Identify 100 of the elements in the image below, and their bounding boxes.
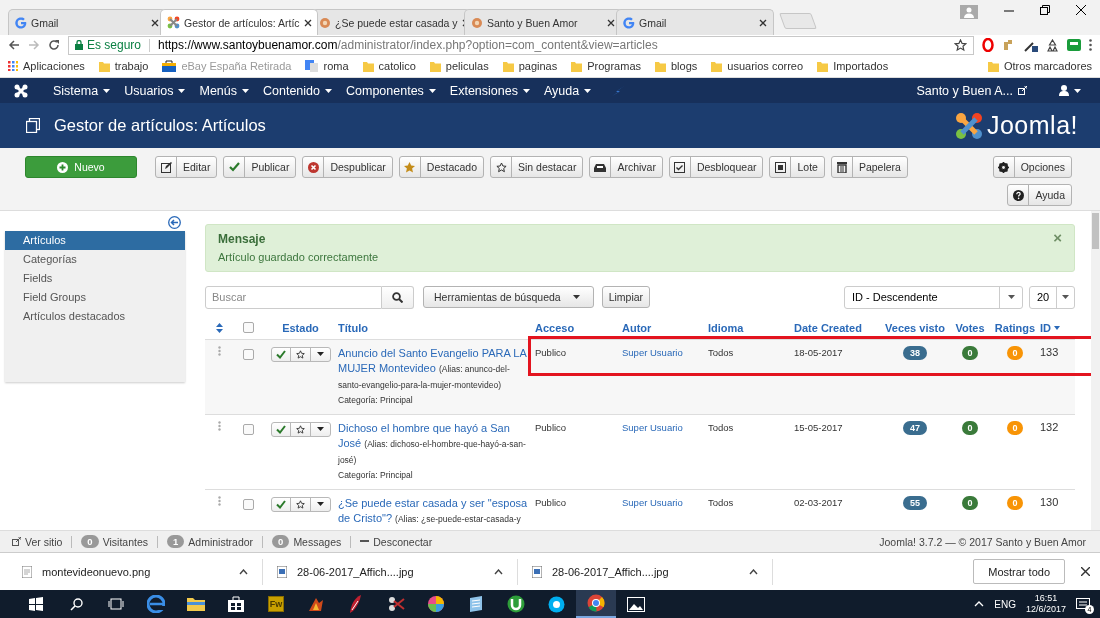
menu-item[interactable]: Sistema [46, 83, 118, 98]
toolbar-button[interactable]: Despublicar [302, 156, 393, 178]
bookmark[interactable]: Otros marcadores [987, 60, 1092, 72]
options-button[interactable]: Opciones [992, 156, 1072, 178]
chevron-up-icon[interactable] [749, 568, 758, 575]
toolbar-button[interactable]: Destacado [398, 156, 485, 178]
fire-icon[interactable] [307, 596, 325, 612]
search-field[interactable]: Buscar [205, 285, 382, 309]
publish-toggle[interactable] [270, 421, 292, 437]
column-header[interactable]: Título [338, 321, 368, 334]
app-icon[interactable]: Fw [268, 596, 284, 612]
restore-icon[interactable] [1040, 5, 1050, 15]
column-header[interactable]: ID [1040, 321, 1051, 334]
article-title-link[interactable]: Dichoso el hombre que hayó a San José (Alias: dichoso-el-hombre-que-hayó-a-san-josé) [338, 420, 535, 468]
reload-icon[interactable] [48, 39, 60, 51]
collapse-icon[interactable] [168, 215, 181, 229]
actions-dropdown[interactable] [309, 496, 331, 512]
feather-icon[interactable] [349, 595, 363, 613]
column-header[interactable]: Autor [622, 321, 652, 334]
sidebar-item[interactable]: Field Groups [5, 287, 185, 307]
menu-item[interactable]: Componentes [339, 83, 443, 98]
close-icon[interactable] [607, 18, 615, 27]
chat-icon[interactable] [547, 595, 565, 613]
bookmark[interactable]: paginas [502, 60, 558, 72]
column-header[interactable]: Date Created [794, 321, 862, 334]
bookmark-star-icon[interactable] [954, 38, 967, 52]
search-tools-button[interactable]: Herramientas de búsqueda [423, 286, 594, 309]
bookmark[interactable]: peliculas [429, 60, 489, 72]
checkbox[interactable] [242, 423, 254, 435]
close-icon[interactable] [151, 18, 159, 27]
sidebar-item[interactable]: Artículos [5, 230, 185, 250]
article-title-link[interactable]: ¿Se puede estar casada y ser "esposa de Cristo"? (Alias: ¿se-puede-estar-casada-y [338, 495, 535, 527]
download-item[interactable]: 28-06-2017_Affich....jpg [552, 565, 739, 578]
column-header[interactable]: Estado [282, 321, 319, 334]
actions-dropdown[interactable] [309, 421, 331, 437]
checkbox[interactable] [242, 322, 254, 334]
checkbox[interactable] [242, 348, 254, 360]
toolbar-button[interactable]: Editar [155, 156, 218, 178]
column-header[interactable]: Veces visto [885, 321, 945, 334]
chevron-up-icon[interactable] [239, 568, 248, 575]
browser-tab[interactable]: Gestor de artículos: Artíc [160, 9, 318, 35]
torrent-icon[interactable] [507, 595, 525, 613]
sort-dropdown[interactable]: ID - Descendente [844, 285, 1023, 309]
download-item[interactable]: montevideonuevo.png [42, 565, 229, 578]
author-link[interactable]: Super Usuario [622, 495, 708, 509]
menu-item[interactable]: Ayuda [536, 83, 599, 98]
scissors-icon[interactable] [387, 596, 405, 612]
drag-handle-icon[interactable] [217, 345, 221, 356]
start-icon[interactable] [29, 597, 43, 611]
sidebar-item[interactable]: Categorías [5, 249, 185, 269]
extension-icon[interactable] [1067, 39, 1081, 51]
download-item[interactable]: 28-06-2017_Affich....jpg [297, 565, 484, 578]
bookmark[interactable]: Aplicaciones [8, 60, 85, 72]
toolbar-button[interactable]: Archivar [589, 156, 663, 178]
address-bar[interactable]: Es seguro https://www.santoybuenamor.com/administrator/index.php?option=com_content&view=articles [68, 35, 974, 55]
close-icon[interactable] [759, 18, 767, 27]
menu-item[interactable]: Extensiones [442, 83, 537, 98]
bookmark[interactable]: Programas [571, 60, 641, 72]
feature-toggle[interactable] [290, 346, 311, 362]
chrome-icon[interactable] [587, 594, 605, 612]
help-button[interactable]: Ayuda [1007, 184, 1072, 206]
menu-item[interactable]: Usuarios [117, 83, 193, 98]
feature-toggle[interactable] [290, 421, 311, 437]
close-icon[interactable] [1081, 567, 1090, 576]
menu-item[interactable]: Menús [192, 83, 256, 98]
toolbar-button[interactable]: Desbloquear [668, 156, 764, 178]
publish-toggle[interactable] [270, 346, 292, 362]
sort-icon[interactable] [215, 322, 223, 333]
bookmark[interactable]: roma [305, 60, 349, 72]
close-icon[interactable] [1076, 5, 1086, 15]
drag-handle-icon[interactable] [217, 495, 221, 506]
bookmark[interactable]: catolico [362, 60, 416, 72]
feature-toggle[interactable] [290, 496, 311, 512]
menu-item[interactable]: Contenido [256, 83, 339, 98]
chevron-up-icon[interactable] [494, 568, 503, 575]
bookmark[interactable]: blogs [655, 60, 698, 72]
author-link[interactable]: Super Usuario [622, 420, 708, 434]
bookmark[interactable]: trabajo [98, 60, 149, 72]
column-header[interactable]: Votes [955, 321, 985, 334]
close-icon[interactable] [303, 18, 312, 27]
publish-toggle[interactable] [270, 496, 292, 512]
task-view-icon[interactable] [108, 598, 124, 610]
limit-dropdown[interactable]: 20 [1029, 285, 1075, 309]
article-title-link[interactable]: Anuncio del Santo Evangelio PARA LA MUJER Montevideo (Alias: anunco-del-santo-evangelio-para-la-mujer-montevideo) [338, 345, 535, 393]
scrollbar[interactable] [1091, 210, 1100, 530]
recycle-icon[interactable] [1046, 38, 1059, 52]
sidebar-item[interactable]: Artículos destacados [5, 306, 185, 326]
photos-icon[interactable] [627, 596, 645, 612]
clock[interactable]: 16:51 12/6/2017 [1025, 593, 1066, 615]
notepad-icon[interactable] [468, 596, 484, 612]
sidebar-item[interactable]: Fields [5, 268, 185, 288]
toolbar-button[interactable]: Papelera [830, 156, 908, 178]
toolbar-button[interactable]: Sin destacar [490, 156, 584, 178]
search-icon[interactable] [69, 597, 83, 611]
menu-icon[interactable] [1089, 39, 1092, 51]
column-header[interactable]: Idioma [708, 321, 744, 334]
actions-dropdown[interactable] [309, 346, 331, 362]
pie-icon[interactable] [427, 595, 445, 613]
folder-icon[interactable] [187, 597, 205, 611]
author-link[interactable]: Super Usuario [622, 345, 708, 359]
